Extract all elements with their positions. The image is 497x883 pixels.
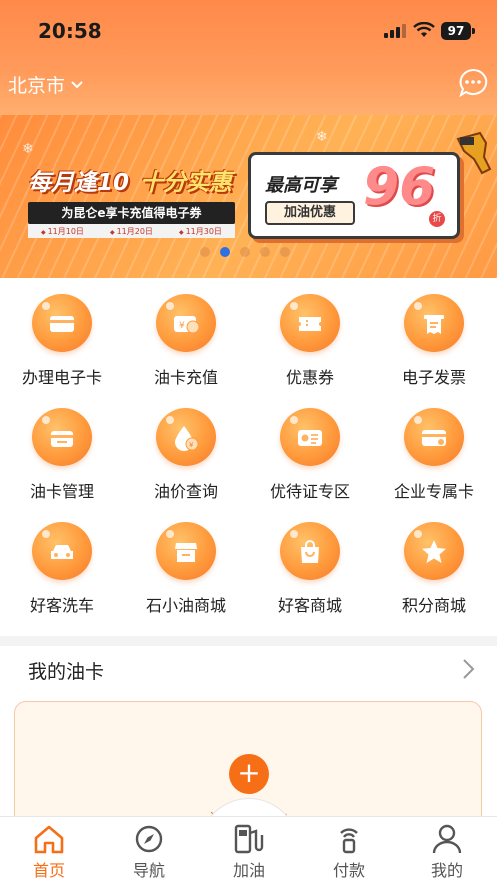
status-bar: 20:58 97 — [0, 0, 497, 60]
svg-text:¥: ¥ — [179, 321, 185, 331]
section-title: 我的油卡 — [28, 661, 105, 683]
home-icon — [34, 825, 64, 854]
fuel-nozzle-icon — [456, 131, 492, 175]
card-icon — [32, 294, 92, 352]
banner-headline-a: 每月逢10 — [28, 170, 130, 196]
chevron-down-icon — [71, 80, 83, 88]
tab-fuel[interactable]: 加油 — [209, 823, 289, 883]
tab-label: 付款 — [332, 861, 365, 880]
service-item-invoice[interactable]: 电子发票 — [372, 278, 496, 388]
city-label: 北京市 — [8, 75, 66, 97]
service-grid: 办理电子卡 ¥ 油卡充值 优惠券 电子发票 油卡管理 ¥ 油价查询 优待证专区 … — [0, 278, 497, 636]
service-item-points-mall[interactable]: 积分商城 — [372, 506, 496, 616]
pagination-dot[interactable] — [260, 247, 270, 257]
service-label: 油价查询 — [153, 482, 218, 501]
tab-profile[interactable]: 我的 — [407, 823, 487, 883]
service-item-card-manage[interactable]: 油卡管理 — [0, 392, 124, 502]
tab-label: 加油 — [232, 861, 265, 880]
banner-date: 11月20日 — [110, 226, 153, 237]
tab-home[interactable]: 首页 — [9, 823, 89, 883]
id-card-icon — [280, 408, 340, 466]
card-recharge-icon: ¥ — [156, 294, 216, 352]
wallet-icon — [32, 408, 92, 466]
service-label: 优待证专区 — [269, 482, 350, 501]
service-label: 好客洗车 — [29, 596, 94, 615]
tab-label: 首页 — [32, 861, 65, 880]
header: 20:58 97 北京市 — [0, 0, 497, 115]
invoice-icon — [404, 294, 464, 352]
banner-card-line2: 加油优惠 — [265, 201, 355, 225]
car-wash-icon — [32, 522, 92, 580]
promo-banner[interactable]: ❄ ❄ 每月逢10 十分实惠 为昆仑e享卡充值得电子券 11月10日 11月20… — [0, 115, 497, 278]
service-item-e-card[interactable]: 办理电子卡 — [0, 278, 124, 388]
svg-text:¥: ¥ — [189, 441, 194, 449]
sparkle-icon: ❄ — [316, 129, 328, 145]
banner-card-line1: 最高可享 — [265, 175, 337, 196]
service-label: 石小油商城 — [145, 596, 226, 615]
status-time: 20:58 — [38, 19, 102, 43]
star-icon — [404, 522, 464, 580]
store-icon — [156, 522, 216, 580]
chevron-right-icon[interactable] — [462, 658, 476, 680]
service-label: 优惠券 — [285, 368, 334, 387]
pagination-dot[interactable] — [240, 247, 250, 257]
banner-subline: 为昆仑e享卡充值得电子券 — [28, 202, 235, 224]
cellular-signal-icon — [384, 24, 406, 38]
service-label: 企业专属卡 — [393, 482, 474, 501]
enterprise-card-icon — [404, 408, 464, 466]
city-selector[interactable]: 北京市 — [8, 71, 83, 98]
oil-drop-icon: ¥ — [156, 408, 216, 466]
tab-bar: 首页 导航 加油 付款 我的 — [0, 816, 497, 883]
shopping-bag-icon — [280, 522, 340, 580]
wifi-icon — [413, 22, 435, 37]
compass-icon — [135, 825, 163, 853]
pagination-dot[interactable] — [200, 247, 210, 257]
fuel-pump-icon — [234, 824, 264, 854]
service-item-shixiaoyou-mall[interactable]: 石小油商城 — [124, 506, 248, 616]
tab-navigation[interactable]: 导航 — [109, 823, 189, 883]
battery-icon: 97 — [441, 22, 475, 40]
service-item-car-wash[interactable]: 好客洗车 — [0, 506, 124, 616]
service-label: 积分商城 — [401, 596, 466, 615]
add-card-button[interactable]: + — [229, 754, 269, 794]
service-item-preferential[interactable]: 优待证专区 — [248, 392, 372, 502]
service-label: 好客商城 — [277, 596, 342, 615]
service-item-enterprise[interactable]: 企业专属卡 — [372, 392, 496, 502]
sparkle-icon: ❄ — [22, 141, 34, 157]
tab-payment[interactable]: 付款 — [309, 823, 389, 883]
service-label: 油卡充值 — [153, 368, 218, 387]
service-item-oil-price[interactable]: ¥ 油价查询 — [124, 392, 248, 502]
pagination-dot-active[interactable] — [220, 247, 230, 257]
service-item-coupon[interactable]: 优惠券 — [248, 278, 372, 388]
banner-date: 11月30日 — [179, 226, 222, 237]
banner-dates: 11月10日 11月20日 11月30日 — [28, 224, 235, 238]
service-label: 办理电子卡 — [21, 368, 102, 387]
banner-discount-card: 最高可享 加油优惠 96 折 — [248, 152, 460, 239]
banner-pagination[interactable] — [200, 247, 290, 257]
service-item-haoke-mall[interactable]: 好客商城 — [248, 506, 372, 616]
banner-date: 11月10日 — [41, 226, 84, 237]
coupon-icon — [280, 294, 340, 352]
service-label: 电子发票 — [401, 368, 466, 387]
banner-discount-number: 96 — [363, 157, 436, 217]
tab-label: 导航 — [132, 861, 165, 880]
pagination-dot[interactable] — [280, 247, 290, 257]
service-item-recharge[interactable]: ¥ 油卡充值 — [124, 278, 248, 388]
banner-discount-unit: 折 — [429, 211, 445, 227]
message-icon[interactable] — [458, 68, 488, 98]
service-label: 油卡管理 — [29, 482, 94, 501]
payment-icon — [340, 828, 358, 854]
my-card-section: 我的油卡 + 请添加油卡 — [0, 646, 497, 861]
user-icon — [432, 824, 462, 854]
tab-label: 我的 — [430, 861, 463, 880]
banner-headline-b: 十分实惠 — [140, 170, 232, 196]
